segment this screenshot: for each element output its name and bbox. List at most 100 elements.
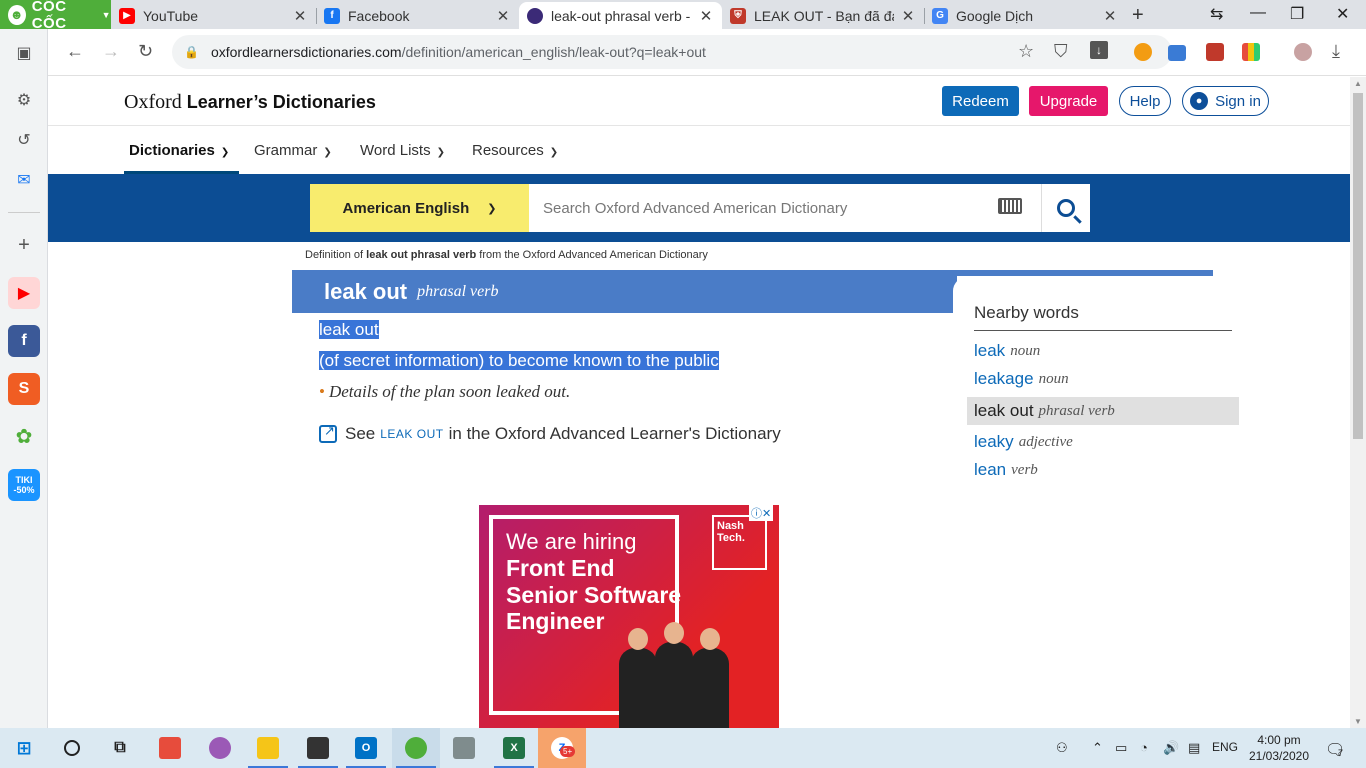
taskbar-app-outlook[interactable]: O	[342, 728, 390, 768]
nearby-pos: verb	[1011, 461, 1038, 478]
editor-icon	[307, 737, 329, 759]
nearby-item-leakage[interactable]: leakage noun	[967, 365, 1239, 393]
upgrade-button[interactable]: Upgrade	[1029, 86, 1108, 116]
chevron-down-icon: ▼	[101, 9, 111, 20]
menu-grammar[interactable]: Grammar ❯	[254, 142, 332, 159]
definition-text: (of secret information) to become known …	[319, 351, 719, 371]
lock-icon[interactable]: 🔒	[184, 45, 199, 59]
extension-palette-icon[interactable]	[1242, 43, 1260, 61]
extension-sync-icon[interactable]	[1206, 43, 1224, 61]
nearby-word: leak	[974, 341, 1006, 360]
search-taskbar-button[interactable]	[48, 728, 96, 768]
battery-icon[interactable]: ▭	[1115, 740, 1127, 756]
messenger-icon[interactable]: ✉	[8, 164, 40, 196]
menu-word-lists[interactable]: Word Lists ❯	[360, 142, 445, 159]
sidebar-tiki-icon[interactable]: TIKI -50%	[8, 469, 40, 501]
keyboard-icon[interactable]	[998, 198, 1022, 214]
advertisement-banner[interactable]: We are hiring Front End Senior Software …	[479, 505, 779, 728]
task-view-button[interactable]: ⧉	[96, 728, 144, 768]
nearby-item-leak[interactable]: leak noun	[967, 337, 1239, 365]
see-also-link[interactable]: See LEAK OUT in the Oxford Advanced Lear…	[319, 423, 781, 444]
taskbar-app-coccoc[interactable]	[392, 728, 440, 768]
tab-search-icon[interactable]: ⇆	[1210, 4, 1223, 24]
sidebar-youtube-icon[interactable]: ▶	[8, 277, 40, 309]
redeem-button[interactable]: Redeem	[942, 86, 1019, 116]
close-icon[interactable]: ✕	[698, 7, 714, 25]
show-hidden-icons[interactable]: ⌃	[1092, 740, 1103, 756]
scroll-down-icon[interactable]: ▼	[1354, 717, 1362, 726]
nearby-item-lean[interactable]: lean verb	[967, 456, 1239, 484]
taskbar-app-excel[interactable]: X	[490, 728, 538, 768]
extension-new-icon[interactable]	[1168, 45, 1186, 61]
sidebar-facebook-icon[interactable]: f	[8, 325, 40, 357]
start-button[interactable]: ⊞	[0, 728, 48, 768]
downloads-arrow-icon[interactable]: ⤓	[1332, 41, 1340, 62]
close-icon[interactable]: ✕	[1102, 7, 1118, 25]
extension-alert-icon[interactable]	[1134, 43, 1152, 61]
wifi-icon[interactable]: ◔	[1140, 740, 1148, 755]
sidebar-divider	[8, 212, 40, 213]
back-arrow-icon[interactable]: ←	[66, 41, 84, 62]
keyboard-tray-icon[interactable]: ▤	[1188, 740, 1200, 756]
new-tab-button[interactable]: +	[1132, 4, 1144, 27]
history-icon[interactable]: ↺	[8, 124, 40, 156]
google-translate-icon: G	[932, 7, 948, 24]
sidebar-shopee-icon[interactable]: S	[8, 373, 40, 405]
page-scrollbar[interactable]: ▲ ▼	[1350, 77, 1366, 728]
profile-avatar[interactable]	[1294, 43, 1312, 61]
header-divider	[48, 125, 1350, 126]
menu-resources[interactable]: Resources ❯	[472, 142, 558, 159]
download-icon[interactable]: ↓	[1090, 41, 1108, 59]
coccoc-menu-button[interactable]: ☻ CỐC CỐC ▼	[0, 0, 111, 32]
help-button[interactable]: Help	[1119, 86, 1171, 116]
sign-in-button[interactable]: ● Sign in	[1182, 86, 1269, 116]
taskbar-app-explorer[interactable]	[244, 728, 292, 768]
tab-cambridge[interactable]: ⛨ LEAK OUT - Bạn đã đánh ✕	[722, 2, 924, 29]
tab-google-translate[interactable]: G Google Dịch ✕	[924, 2, 1126, 29]
nearby-word: leakage	[974, 369, 1034, 388]
browser-sidebar: ▣ ⚙ ↺ ✉ + ▶ f S ✿ TIKI -50%	[0, 29, 48, 728]
input-language[interactable]: ENG	[1212, 740, 1238, 754]
taskbar-app-editor[interactable]	[294, 728, 342, 768]
taskbar-app-tool[interactable]	[440, 728, 488, 768]
tab-oxford-active[interactable]: leak-out phrasal verb - ✕	[519, 2, 722, 29]
scrollbar-thumb[interactable]	[1353, 93, 1363, 439]
sidebar-toggle-icon[interactable]: ▣	[8, 37, 40, 69]
taskbar-app-snipping[interactable]	[196, 728, 244, 768]
menu-dictionaries[interactable]: Dictionaries ❯	[129, 142, 229, 159]
external-link-icon	[319, 423, 337, 443]
tab-youtube[interactable]: ▶ YouTube ✕	[111, 2, 316, 29]
source-suffix: from the Oxford Advanced American Dictio…	[479, 249, 708, 261]
browser-toolbar: ← → ↻ 🔒 oxfordlearnersdictionaries.com/d…	[48, 29, 1366, 76]
nearby-item-leak-out[interactable]: leak out phrasal verb	[967, 397, 1239, 425]
taskbar-app-paint[interactable]	[146, 728, 194, 768]
see-term[interactable]: LEAK OUT	[380, 427, 443, 441]
maximize-button[interactable]: ❐	[1290, 4, 1304, 24]
bookmark-star-icon[interactable]: ☆	[1018, 41, 1034, 62]
dictionary-select[interactable]: American English ❯	[310, 184, 529, 232]
close-icon[interactable]: ✕	[292, 7, 308, 25]
close-icon[interactable]: ✕	[495, 7, 511, 25]
sidebar-coccoc-icon[interactable]: ✿	[8, 420, 40, 452]
shield-icon[interactable]: ⛉	[1054, 41, 1068, 62]
settings-gear-icon[interactable]: ⚙	[8, 84, 40, 116]
volume-icon[interactable]: 🔊	[1163, 740, 1179, 756]
search-input[interactable]	[529, 184, 1041, 232]
taskbar-app-zalo[interactable]: Z 5+	[538, 728, 586, 768]
taskbar-clock[interactable]: 4:00 pm 21/03/2020	[1244, 732, 1314, 764]
people-icon[interactable]: ⚇	[1056, 740, 1068, 756]
scroll-up-icon[interactable]: ▲	[1354, 79, 1362, 88]
close-window-button[interactable]: ✕	[1336, 4, 1349, 24]
search-button[interactable]	[1041, 184, 1090, 232]
ad-info-close-icon[interactable]: ⓘ✕	[749, 505, 774, 521]
chevron-down-icon: ❯	[323, 147, 332, 158]
minimize-button[interactable]: —	[1250, 4, 1266, 22]
oxford-logo[interactable]: Oxford Learner’s Dictionaries	[124, 91, 376, 114]
tab-facebook[interactable]: f Facebook ✕	[316, 2, 519, 29]
nearby-item-leaky[interactable]: leaky adjective	[967, 428, 1239, 456]
cortana-icon	[64, 740, 80, 756]
close-icon[interactable]: ✕	[900, 7, 916, 25]
forward-arrow-icon[interactable]: →	[102, 41, 120, 62]
add-shortcut-icon[interactable]: +	[8, 229, 40, 261]
reload-icon[interactable]: ↻	[138, 41, 153, 62]
